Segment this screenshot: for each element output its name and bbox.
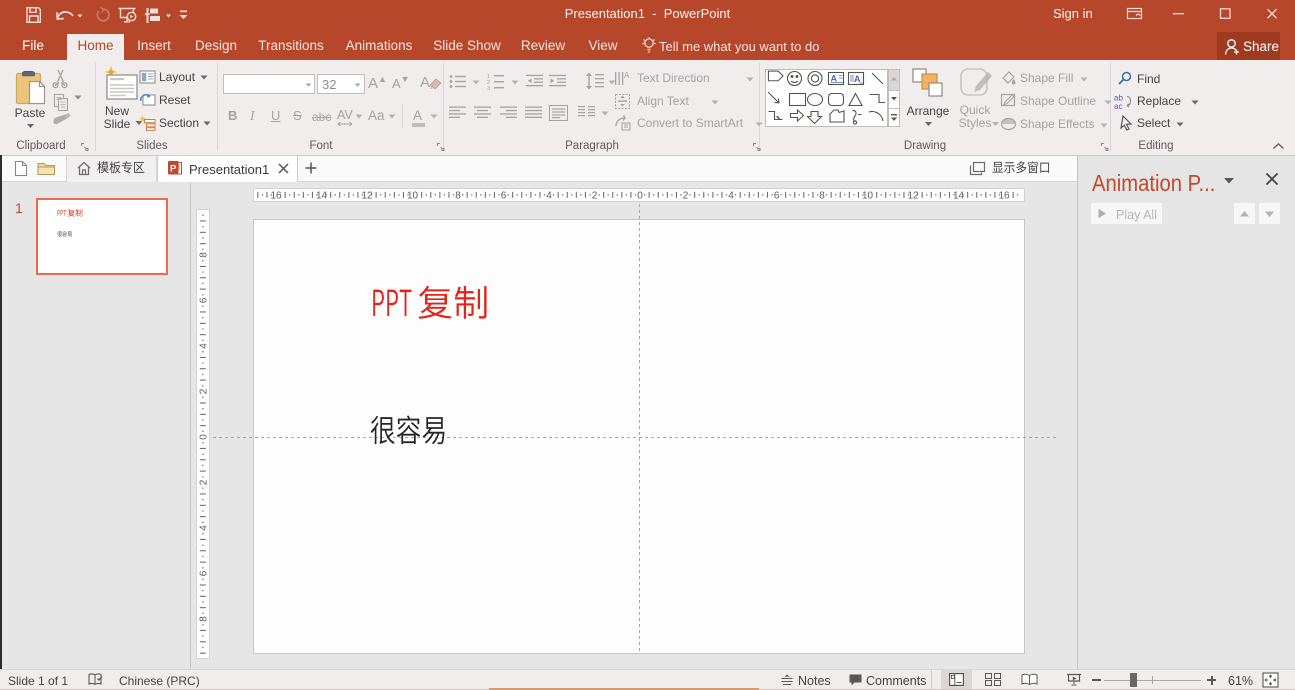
svg-text:0: 0 (637, 191, 643, 202)
svg-text:4: 4 (199, 525, 210, 531)
svg-text:8: 8 (819, 191, 825, 202)
svg-text:12: 12 (907, 191, 919, 202)
svg-text:4: 4 (199, 343, 210, 349)
svg-text:8: 8 (199, 616, 210, 622)
svg-text:12: 12 (361, 191, 373, 202)
svg-text:2: 2 (199, 388, 210, 394)
svg-text:14: 14 (953, 191, 965, 202)
svg-text:2: 2 (199, 479, 210, 485)
svg-text:A: A (624, 71, 630, 80)
svg-text:2: 2 (683, 191, 689, 202)
svg-text:6: 6 (199, 570, 210, 576)
svg-text:6: 6 (774, 191, 780, 202)
svg-text:P: P (170, 164, 177, 175)
svg-text:8: 8 (199, 252, 210, 258)
svg-text:10: 10 (862, 191, 874, 202)
svg-text:A: A (420, 74, 430, 91)
svg-text:8: 8 (455, 191, 461, 202)
svg-text:4: 4 (728, 191, 734, 202)
svg-text:ac: ac (1114, 102, 1122, 110)
svg-text:16: 16 (998, 191, 1010, 202)
svg-text:16: 16 (270, 191, 282, 202)
svg-text:6: 6 (199, 297, 210, 303)
svg-text:14: 14 (316, 191, 328, 202)
svg-text:6: 6 (501, 191, 507, 202)
svg-text:2: 2 (592, 191, 598, 202)
svg-text:4: 4 (546, 191, 552, 202)
svg-text:0: 0 (199, 434, 210, 440)
svg-text:10: 10 (407, 191, 419, 202)
svg-text:3: 3 (487, 86, 490, 90)
